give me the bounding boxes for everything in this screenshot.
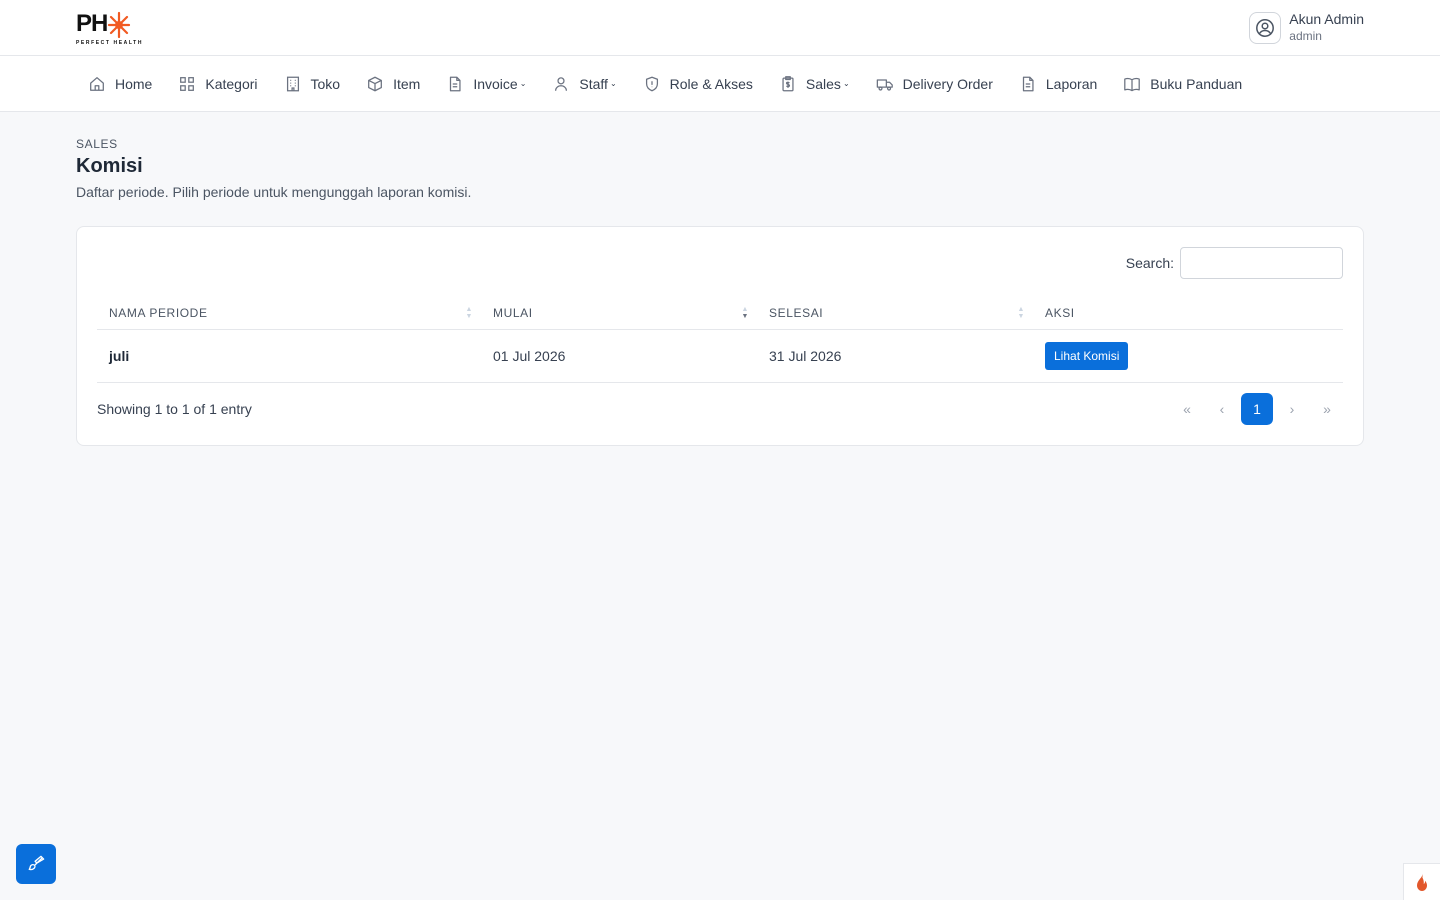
nav-item-role-akses[interactable]: Role & Akses [643, 75, 753, 93]
nav-label-invoice: Invoice [473, 75, 518, 92]
logo[interactable]: PH PERFECT HEALTH [76, 9, 144, 47]
logo-emblem-icon [108, 11, 131, 39]
cell-selesai: 31 Jul 2026 [757, 329, 1033, 383]
nav-label-toko: Toko [310, 75, 341, 92]
column-label: SELESAI [769, 305, 824, 320]
nav-item-item[interactable]: Item [366, 75, 420, 93]
nav-item-kategori[interactable]: Kategori [178, 75, 258, 93]
cell-aksi: Lihat Komisi [1033, 329, 1343, 383]
nav-label-kategori: Kategori [205, 75, 258, 92]
book-icon [1124, 77, 1141, 91]
column-header-aksi: AKSI [1033, 297, 1343, 330]
building-icon [286, 76, 299, 91]
search-input[interactable] [1180, 247, 1343, 279]
grid-icon [180, 76, 195, 91]
column-label: MULAI [493, 305, 533, 320]
nav-label-laporan: Laporan [1045, 75, 1098, 92]
previous-page-button[interactable]: ‹ [1206, 393, 1238, 425]
nav-item-sales[interactable]: Sales ⌄ [779, 75, 850, 93]
column-label: AKSI [1045, 305, 1075, 320]
user-avatar-icon[interactable] [1249, 11, 1282, 44]
pagination: « ‹ 1 › » [1171, 392, 1343, 425]
truck-icon [876, 78, 893, 91]
flame-icon [1417, 873, 1427, 891]
chevron-down-icon: ⌄ [842, 79, 850, 88]
nav-label-staff: Staff [579, 75, 608, 92]
nav-label-buku-panduan: Buku Panduan [1150, 75, 1243, 92]
file-icon [1022, 76, 1034, 91]
nav-label-delivery-order: Delivery Order [902, 75, 993, 92]
search-label: Search: [1125, 255, 1174, 271]
komisi-table-card: Search: NAMA PERIODE ▲ ▼ MULAI ▲ ▼ SELESAI [76, 226, 1364, 446]
nav-label-sales: Sales [805, 75, 841, 92]
periode-table: NAMA PERIODE ▲ ▼ MULAI ▲ ▼ SELESAI ▲ ▼ AKSI [97, 297, 1343, 383]
next-page-button[interactable]: › [1276, 393, 1308, 425]
main-nav: Home Kategori Toko Item Invoice ⌄ Staff … [0, 56, 1440, 112]
main-content: SALES Komisi Daftar periode. Pilih perio… [0, 112, 1440, 446]
table-row: juli 01 Jul 2026 31 Jul 2026 Lihat Komis… [97, 329, 1343, 383]
theme-customizer-button[interactable] [16, 844, 56, 884]
clipboard-dollar-icon [782, 75, 794, 91]
debug-toolbar-toggle[interactable] [1403, 863, 1440, 900]
nav-item-delivery-order[interactable]: Delivery Order [876, 75, 993, 93]
chevron-down-icon: ⌄ [519, 79, 527, 88]
user-role: admin [1289, 29, 1322, 43]
column-header-selesai[interactable]: SELESAI ▲ ▼ [757, 297, 1033, 330]
nav-item-staff[interactable]: Staff ⌄ [552, 75, 617, 93]
user-menu[interactable]: Akun Admin admin [1249, 11, 1364, 44]
paint-brush-icon [28, 855, 45, 871]
document-icon [450, 76, 461, 91]
box-icon [368, 76, 383, 91]
nav-item-invoice[interactable]: Invoice ⌄ [446, 75, 526, 93]
nav-item-laporan[interactable]: Laporan [1019, 75, 1097, 93]
shield-icon [645, 76, 658, 91]
column-header-nama-periode[interactable]: NAMA PERIODE ▲ ▼ [97, 297, 481, 330]
first-page-button[interactable]: « [1171, 393, 1203, 425]
column-header-mulai[interactable]: MULAI ▲ ▼ [481, 297, 757, 330]
top-header: PH PERFECT HEALTH Akun Admin admin [0, 0, 1440, 56]
nav-item-buku-panduan[interactable]: Buku Panduan [1123, 75, 1242, 93]
user-name: Akun Admin [1289, 11, 1364, 27]
sort-icon: ▲ ▼ [465, 306, 473, 320]
lihat-komisi-button[interactable]: Lihat Komisi [1045, 341, 1129, 370]
column-label: NAMA PERIODE [109, 305, 208, 320]
nav-item-home[interactable]: Home [88, 75, 152, 93]
cell-nama-periode: juli [97, 329, 481, 383]
search-bar: Search: [97, 247, 1343, 279]
cell-mulai: 01 Jul 2026 [481, 329, 757, 383]
breadcrumb: SALES [76, 137, 118, 151]
nav-label-role-akses: Role & Akses [669, 75, 753, 92]
table-header-row: NAMA PERIODE ▲ ▼ MULAI ▲ ▼ SELESAI ▲ ▼ AKSI [97, 297, 1343, 330]
nav-label-home: Home [115, 75, 153, 92]
nav-item-toko[interactable]: Toko [284, 75, 341, 93]
logo-text: PH [76, 10, 108, 37]
logo-subtext: PERFECT HEALTH [76, 40, 144, 46]
last-page-button[interactable]: » [1311, 393, 1343, 425]
sort-desc-icon: ▲ ▼ [741, 306, 749, 320]
sort-icon: ▲ ▼ [1017, 306, 1025, 320]
page-button-current[interactable]: 1 [1241, 392, 1273, 425]
table-footer: Showing 1 to 1 of 1 entry « ‹ 1 › » [97, 392, 1343, 425]
user-icon [555, 76, 568, 91]
page-title: Komisi [76, 155, 143, 177]
nav-label-item: Item [393, 75, 421, 92]
chevron-down-icon: ⌄ [609, 79, 617, 88]
pagination-info: Showing 1 to 1 of 1 entry [97, 400, 252, 417]
page-description: Daftar periode. Pilih periode untuk meng… [76, 184, 472, 200]
home-icon [90, 76, 104, 91]
